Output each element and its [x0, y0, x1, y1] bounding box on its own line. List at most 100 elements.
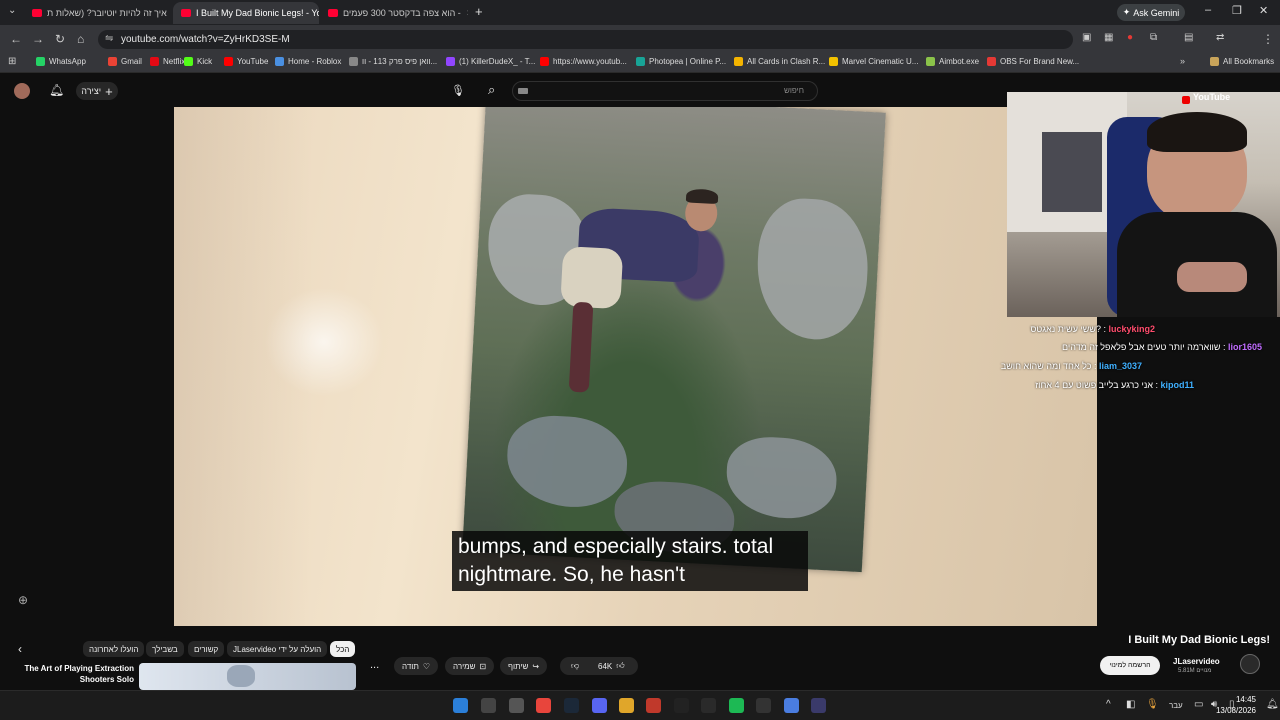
minimize-icon[interactable]: – [1205, 4, 1211, 16]
app-icon[interactable] [701, 698, 716, 713]
create-button[interactable]: יצירה + [76, 82, 118, 100]
notifications-bell-icon[interactable]: 🔔︎ [49, 83, 64, 97]
app-icon[interactable] [646, 698, 661, 713]
bookmark-item[interactable]: Gmail [108, 57, 142, 66]
taskbar-search-icon[interactable] [481, 698, 496, 713]
bookmark-item[interactable]: WhatsApp [36, 57, 86, 66]
tray-mic-icon[interactable]: 🎙︎ [1146, 699, 1159, 710]
bookmark-item[interactable]: https://www.youtub... [540, 57, 627, 66]
site-info-icon[interactable]: ⇋ [105, 33, 113, 44]
back-icon[interactable]: ← [10, 32, 22, 46]
subscribe-button[interactable]: הרשמה למינוי [1100, 656, 1160, 675]
app-icon[interactable] [674, 698, 689, 713]
spotify-icon[interactable] [729, 698, 744, 713]
url-text[interactable]: youtube.com/watch?v=ZyHrKD3SE-M [121, 34, 290, 45]
gemini-icon: ✦ [1122, 7, 1131, 17]
bookmark-item[interactable]: YouTube [224, 57, 268, 66]
start-menu-icon[interactable] [453, 698, 468, 713]
bookmark-item[interactable]: All Cards in Clash R... [734, 57, 825, 66]
bookmark-item[interactable]: Photopea | Online P... [636, 57, 726, 66]
extension-icon[interactable]: ● [1127, 32, 1133, 43]
window-close-icon[interactable]: ✕ [1259, 4, 1268, 17]
bookmark-item[interactable]: וואן פיס פרק 113 - וו... [349, 57, 437, 66]
bookmark-label: https://www.youtub... [553, 57, 627, 66]
bookmark-item[interactable]: Kick [184, 57, 212, 66]
chip-all[interactable]: הכל [330, 641, 356, 657]
chat-username: luckyking2 [1108, 324, 1155, 334]
thanks-label: תודה [402, 661, 419, 671]
account-avatar[interactable] [14, 83, 30, 99]
app-icon[interactable] [811, 698, 826, 713]
system-clock[interactable]: 14:45 13/08/2026 [1216, 694, 1256, 716]
apps-grid-icon[interactable]: ⊞ [8, 56, 16, 67]
tab-2[interactable]: I Built My Dad Bionic Legs! - Yo × [173, 2, 319, 24]
save-button[interactable]: שמירה ⊡ [445, 657, 495, 675]
channel-name[interactable]: JLaservideo [1173, 657, 1220, 666]
next-video-title[interactable]: The Art of Playing Extraction Shooters S… [22, 663, 135, 685]
close-icon[interactable]: × [167, 8, 172, 19]
chat-username: lior1605 [1227, 342, 1262, 352]
share-button[interactable]: שיתוף ↪ [500, 657, 548, 675]
chrome-icon[interactable] [536, 698, 551, 713]
profile-switch-icon[interactable]: ⇄ [1216, 32, 1224, 43]
subscriber-count: 5.81M מנויים [1178, 668, 1212, 674]
close-icon[interactable]: × [461, 8, 468, 19]
maximize-icon[interactable]: ❐ [1232, 4, 1242, 17]
search-icon[interactable]: ⌕ [488, 82, 495, 98]
next-video-thumbnail[interactable] [139, 663, 356, 690]
move-handle-icon[interactable]: ⊕ [18, 593, 28, 607]
forward-icon[interactable]: → [32, 32, 44, 46]
home-icon[interactable]: ⌂ [77, 32, 84, 46]
tab-1[interactable]: איך זה להיות יוטיובר? (שאלות ת × [24, 2, 172, 24]
bookmark-item[interactable]: OBS For Brand New... [987, 57, 1079, 66]
steam-icon[interactable] [564, 698, 579, 713]
chat-message-text: אני כרגע בלייב פשוט עם 4 אחוז [1035, 380, 1153, 390]
streamer-webcam: YouTube [1007, 92, 1280, 317]
app-icon[interactable] [784, 698, 799, 713]
bookmark-item[interactable]: Home - Roblox [275, 57, 341, 66]
voice-search-mic-icon[interactable]: 🎙︎ [451, 84, 465, 97]
chips-prev-chevron-icon[interactable]: ‹ [18, 642, 22, 656]
chip-for-you[interactable]: בשבילך [146, 641, 184, 657]
bookmark-favicon-icon [224, 57, 233, 66]
like-button[interactable]: 64K 👍︎ [590, 657, 638, 675]
dislike-button[interactable]: 👎︎ [560, 657, 590, 675]
task-view-icon[interactable] [509, 698, 524, 713]
reload-icon[interactable]: ↻ [55, 32, 65, 46]
chip-recent[interactable]: הועלו לאחרונה [83, 641, 145, 657]
bookmark-item[interactable]: (1) KillerDudeX_ - T... [446, 57, 535, 66]
notification-icon[interactable]: 🔔︎ [1266, 699, 1279, 710]
file-explorer-icon[interactable] [619, 698, 634, 713]
bookmark-label: Photopea | Online P... [649, 57, 727, 66]
extension-icon[interactable]: ▦ [1104, 32, 1113, 43]
tab-3[interactable]: הוא צפה בדקסטר 300 פעמים - × [320, 2, 468, 24]
thanks-button[interactable]: תודה ♡ [394, 657, 439, 675]
tray-chevron-icon[interactable]: ^ [1106, 699, 1111, 710]
ask-gemini-button[interactable]: ✦ Ask Gemini [1117, 4, 1185, 21]
chip-related[interactable]: קשורים [188, 641, 225, 657]
extension-icon[interactable]: ▣ [1082, 32, 1091, 43]
youtube-favicon-icon [32, 9, 42, 17]
menu-kebab-icon[interactable]: ⋮ [1262, 32, 1274, 46]
bookmarks-overflow-icon[interactable]: » [1180, 56, 1185, 66]
chat-message: כל אחד ומה שהוא חושב : liam_3037 [1000, 361, 1142, 371]
bookmark-item[interactable]: Marvel Cinematic U... [829, 57, 918, 66]
channel-avatar[interactable] [1240, 654, 1260, 674]
all-bookmarks-folder[interactable]: All Bookmarks [1210, 57, 1274, 66]
bookmark-label: (1) KillerDudeX_ - T... [459, 57, 536, 66]
keyboard-icon[interactable] [518, 88, 528, 94]
bookmark-item[interactable]: Aimbot.exe [926, 57, 979, 66]
chip-uploaded-by[interactable]: JLaservideo הועלה על ידי [227, 641, 328, 657]
plus-icon: + [105, 83, 113, 99]
network-icon[interactable]: ▭ [1194, 699, 1203, 710]
sidepanel-icon[interactable]: ▤ [1184, 32, 1193, 43]
bookmark-item[interactable]: Netflix [150, 57, 185, 66]
epic-games-icon[interactable] [756, 698, 771, 713]
language-indicator[interactable]: עבר [1169, 701, 1183, 710]
discord-icon[interactable] [592, 698, 607, 713]
extensions-puzzle-icon[interactable]: ⧉ [1150, 32, 1157, 43]
new-tab-icon[interactable]: + [475, 4, 483, 19]
tray-app-icon[interactable]: ◧ [1126, 699, 1135, 710]
more-actions-button[interactable]: ... [370, 659, 379, 671]
tab-search-icon[interactable]: ⌄ [8, 5, 16, 16]
